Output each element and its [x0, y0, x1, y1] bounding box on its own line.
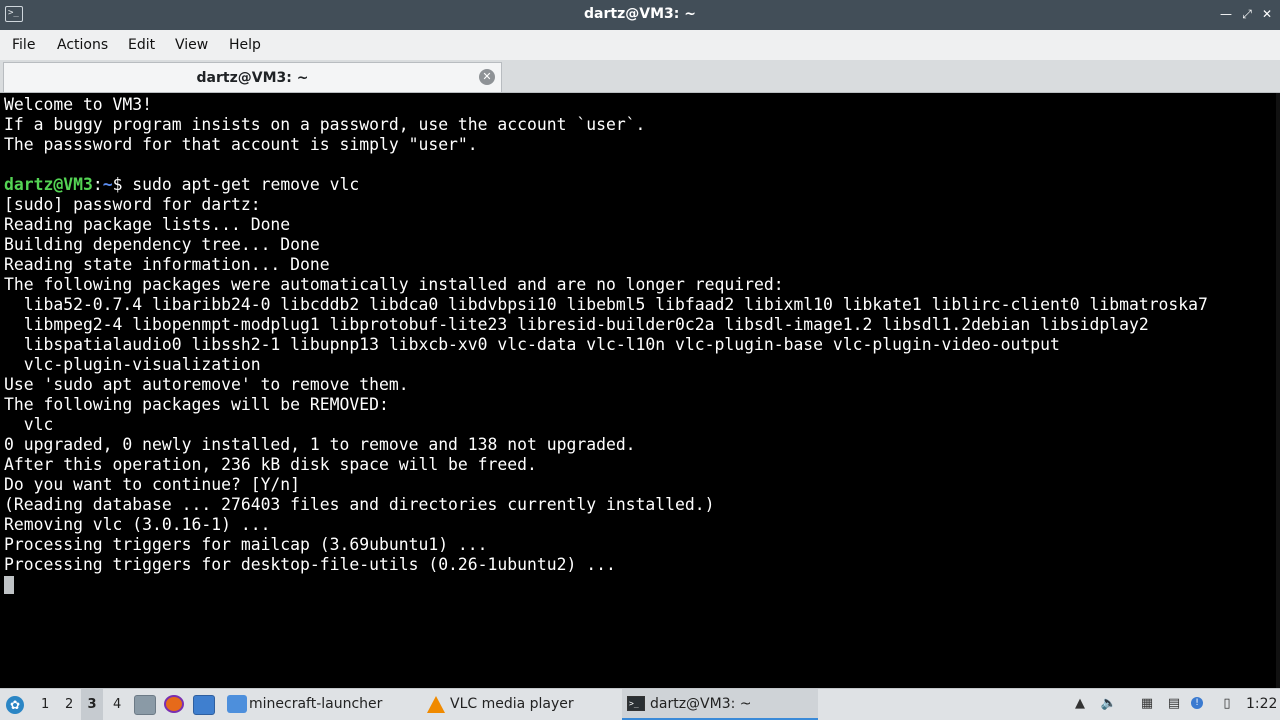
- terminal-scrollbar[interactable]: [1276, 93, 1280, 688]
- workspace-2[interactable]: 2: [65, 697, 73, 712]
- workspace-3[interactable]: 3: [81, 689, 103, 720]
- terminal-icon: >_: [627, 696, 645, 711]
- minimize-icon[interactable]: —: [1219, 7, 1233, 21]
- tab-label: dartz@VM3: ~: [196, 70, 309, 86]
- menu-file[interactable]: File: [12, 37, 35, 53]
- task-terminal[interactable]: >_ dartz@VM3: ~: [622, 689, 818, 720]
- menu-help[interactable]: Help: [229, 37, 261, 53]
- update-notifier-icon[interactable]: ▲: [1071, 695, 1089, 713]
- menu-view[interactable]: View: [175, 37, 208, 53]
- window-title: dartz@VM3: ~: [584, 6, 696, 22]
- info-icon[interactable]: !: [1191, 697, 1203, 709]
- menu-edit[interactable]: Edit: [128, 37, 155, 53]
- taskbar-clock[interactable]: 1:22: [1246, 696, 1277, 712]
- workspace-1[interactable]: 1: [41, 697, 49, 712]
- battery-icon[interactable]: ▯: [1218, 695, 1236, 713]
- taskbar: ✿ 1 2 3 4 minecraft-launcher VLC media p…: [0, 688, 1280, 720]
- tab-terminal[interactable]: dartz@VM3: ~ ✕: [3, 62, 502, 92]
- network-icon[interactable]: ▤: [1165, 695, 1183, 713]
- volume-icon[interactable]: 🔈: [1100, 695, 1118, 713]
- terminal-command-output: [sudo] password for dartz: Reading packa…: [4, 195, 1208, 574]
- menu-actions[interactable]: Actions: [57, 37, 108, 53]
- terminal-cursor: [4, 576, 14, 594]
- tab-bar: dartz@VM3: ~ ✕: [0, 60, 1280, 93]
- terminal-command: $ sudo apt-get remove vlc: [112, 175, 360, 194]
- task-label: VLC media player: [450, 696, 574, 712]
- terminal-welcome-text: Welcome to VM3! If a buggy program insis…: [4, 95, 646, 154]
- task-minecraft-launcher[interactable]: minecraft-launcher: [222, 689, 416, 720]
- terminal-output: Welcome to VM3! If a buggy program insis…: [4, 95, 1208, 575]
- terminal-view[interactable]: Welcome to VM3! If a buggy program insis…: [0, 93, 1280, 688]
- folder-icon: [227, 695, 247, 713]
- vlc-cone-icon: [427, 696, 445, 713]
- prompt-user: dartz@VM3: [4, 175, 93, 194]
- file-manager-icon[interactable]: [134, 695, 156, 715]
- prompt-path: ~: [102, 175, 113, 194]
- desktop-icon[interactable]: [193, 695, 215, 715]
- close-tab-icon[interactable]: ✕: [479, 69, 495, 85]
- window-titlebar[interactable]: >_ dartz@VM3: ~ — ⤢ ✕: [0, 0, 1280, 30]
- workspace-4[interactable]: 4: [113, 697, 121, 712]
- task-vlc-media-player[interactable]: VLC media player: [422, 689, 616, 720]
- firefox-icon[interactable]: [164, 695, 184, 713]
- prompt-separator: :: [92, 175, 103, 194]
- menu-bar: File Actions Edit View Help: [0, 30, 1280, 60]
- lubuntu-start-icon[interactable]: ✿: [6, 696, 24, 714]
- restore-icon[interactable]: ⤢: [1240, 7, 1254, 21]
- task-label: dartz@VM3: ~: [650, 696, 752, 712]
- close-icon[interactable]: ✕: [1260, 7, 1274, 21]
- task-label: minecraft-launcher: [249, 696, 383, 712]
- clipboard-icon[interactable]: ▦: [1138, 695, 1156, 713]
